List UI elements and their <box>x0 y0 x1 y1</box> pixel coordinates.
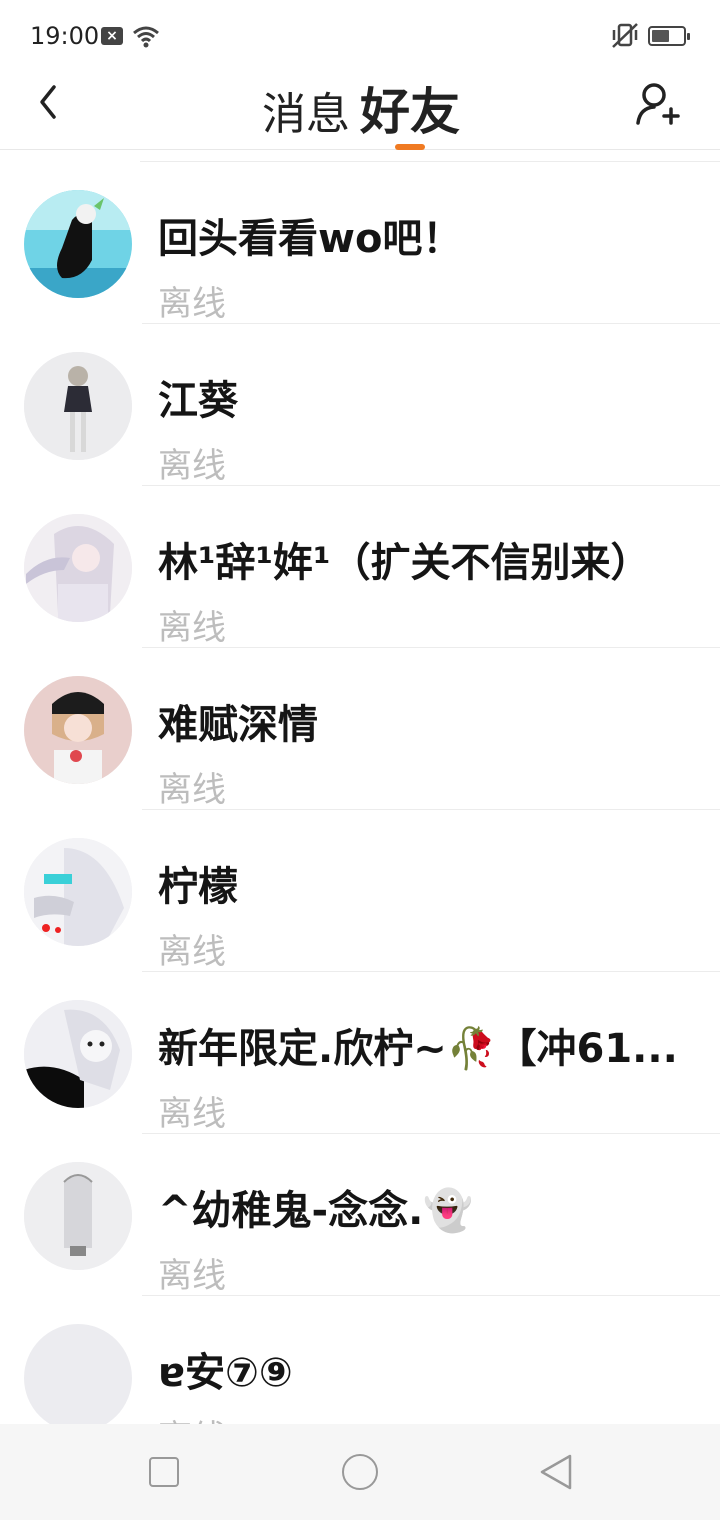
friend-item[interactable]: 难赋深情 离线 <box>0 648 720 810</box>
tab-messages[interactable]: 消息 <box>262 78 350 142</box>
tab-friends[interactable]: 好友 <box>360 72 460 144</box>
friend-name: 难赋深情 <box>158 702 318 748</box>
friend-status: 离线 <box>158 446 226 486</box>
friend-list: 回头看看wo吧！ 离线 江葵 离线 林¹辞¹姩¹（扩关不信别来） 离线 难赋深情… <box>0 162 720 1424</box>
add-user-icon[interactable] <box>634 78 682 128</box>
avatar <box>24 352 132 460</box>
partial-list-item-text: ············· <box>158 150 282 161</box>
friend-name: 回头看看wo吧！ <box>158 216 463 262</box>
vibrate-off-icon <box>612 23 638 48</box>
battery-level <box>652 30 669 42</box>
friend-item[interactable]: ^幼稚鬼-念念.👻 离线 <box>0 1134 720 1296</box>
status-time: 19:00 <box>30 22 100 50</box>
friend-status: 离线 <box>158 1410 226 1424</box>
wifi-icon <box>133 26 159 48</box>
friend-name: 江葵 <box>158 378 238 424</box>
square-icon[interactable] <box>149 1457 179 1487</box>
friend-name: 柠檬 <box>158 864 238 910</box>
friend-status: 离线 <box>158 608 226 648</box>
avatar <box>24 676 132 784</box>
system-nav-bar <box>0 1424 720 1520</box>
friend-status: 离线 <box>158 1094 226 1134</box>
avatar <box>24 838 132 946</box>
friend-status: 离线 <box>158 932 226 972</box>
avatar <box>24 1162 132 1270</box>
header: 消息 好友 <box>0 72 720 150</box>
avatar <box>24 190 132 298</box>
friend-item[interactable]: 新年限定.欣柠~🥀【冲61... 离线 <box>0 972 720 1134</box>
friend-name: 新年限定.欣柠~🥀【冲61... <box>158 1026 678 1072</box>
friend-status: 离线 <box>158 1256 226 1296</box>
friend-status: 离线 <box>158 284 226 324</box>
friend-name: ɐ安⑦⑨ <box>158 1350 293 1396</box>
friend-item[interactable]: 柠檬 离线 <box>0 810 720 972</box>
friend-name: ^幼稚鬼-念念.👻 <box>158 1188 474 1234</box>
avatar <box>24 1000 132 1108</box>
status-bar: 19:00 × <box>0 0 720 72</box>
avatar <box>24 514 132 622</box>
avatar <box>24 1324 132 1424</box>
active-tab-indicator <box>395 144 425 150</box>
friend-item[interactable]: 江葵 离线 <box>0 324 720 486</box>
friend-item[interactable]: ɐ安⑦⑨ 离线 <box>0 1296 720 1424</box>
battery-icon <box>648 26 690 46</box>
friend-status: 离线 <box>158 770 226 810</box>
chevron-left-icon[interactable] <box>26 82 70 126</box>
circle-icon[interactable] <box>342 1454 378 1490</box>
x-box-icon: × <box>101 27 123 45</box>
friend-name: 林¹辞¹姩¹（扩关不信别来） <box>158 540 651 586</box>
partial-list-item: ············· <box>140 150 720 162</box>
friend-item[interactable]: 林¹辞¹姩¹（扩关不信别来） 离线 <box>0 486 720 648</box>
friend-item[interactable]: 回头看看wo吧！ 离线 <box>0 162 720 324</box>
triangle-back-icon[interactable] <box>538 1452 574 1492</box>
